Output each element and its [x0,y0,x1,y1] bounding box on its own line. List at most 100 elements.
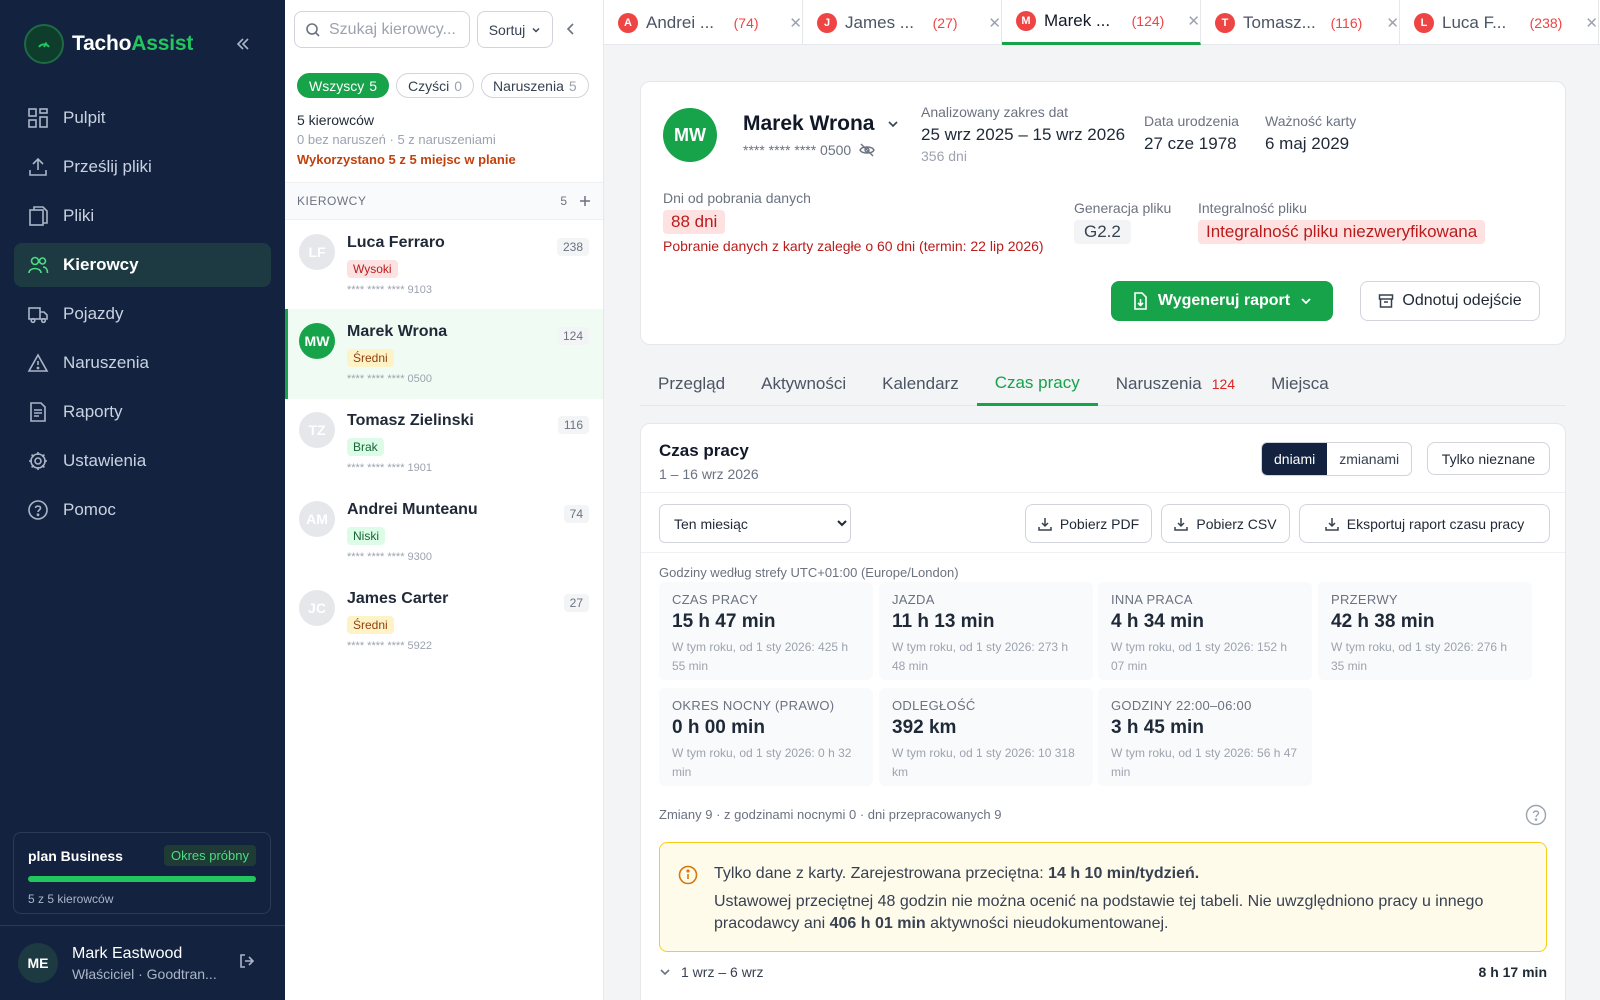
driver-tab[interactable]: A Andrei ... (74) ✕ [604,0,803,45]
tab-kalendarz[interactable]: Kalendarz [864,362,977,406]
filter-chip-0[interactable]: Wszyscy 5 [297,73,390,98]
driver-name: Luca Ferraro [347,234,445,251]
tab-czas-pracy[interactable]: Czas pracy [976,362,1098,406]
week-row[interactable]: 1 wrz – 6 wrz 8 h 17 min [659,964,1547,980]
nav-item-pliki[interactable]: Pliki [14,194,271,238]
notice-line-2: Ustawowej przeciętnej 48 godzin nie możn… [714,893,1484,932]
download-pdf-button[interactable]: Pobierz PDF [1025,504,1152,543]
download-icon [1038,517,1052,531]
file-generation-field: Generacja pliku G2.2 [1074,200,1171,244]
nav-item-label: Raporty [63,402,123,421]
driver-tab[interactable]: J James ... (27) ✕ [803,0,1002,45]
range-label: Analizowany zakres dat [921,104,1069,120]
download-days-label: Dni od pobrania danych [663,190,811,206]
stat-value: 15 h 47 min [672,611,776,632]
close-icon[interactable]: ✕ [789,14,802,32]
tab-label: Przegląd [658,374,726,393]
avatar: LF [299,234,335,270]
close-icon[interactable]: ✕ [988,14,1001,32]
eye-off-icon[interactable] [859,143,875,157]
sort-button[interactable]: Sortuj [477,11,553,48]
stat-year-total: W tym roku, od 1 sty 2026: 273 h 48 min [892,640,1069,673]
stat-label: GODZINY 22:00–06:00 [1111,698,1252,713]
period-select[interactable]: Ten miesiąc [659,504,851,543]
nav-item-label: Ustawienia [63,451,147,470]
driver-name: Marek Wrona [743,112,875,135]
analysis-range-field: Analizowany zakres dat 25 wrz 2025 – 15 … [921,104,1125,164]
collapse-sidebar-icon[interactable] [232,33,254,55]
driver-card-number: **** **** **** 9300 [347,551,433,563]
tab-driver-name: Marek ... [1044,11,1111,30]
nav-item-naruszenia[interactable]: Naruszenia [14,341,271,385]
divider [641,492,1565,493]
card-data-notice: Tylko dane z karty. Zarejestrowana przec… [659,842,1547,952]
close-icon[interactable]: ✕ [1585,14,1598,32]
stat-value: 3 h 45 min [1111,717,1204,738]
tab-przegląd[interactable]: Przegląd [640,362,743,406]
driver-name: Marek Wrona [347,323,448,340]
export-worktime-button[interactable]: Eksportuj raport czasu pracy [1299,504,1550,543]
driver-row[interactable]: LF Luca Ferraro Wysoki **** **** **** 9103 2… [285,220,603,310]
stat-value: 11 h 13 min [892,611,995,632]
nav-item-raporty[interactable]: Raporty [14,390,271,434]
app-name: TachoAssist [72,32,194,55]
users-icon [28,256,49,274]
driver-row[interactable]: TZ Tomasz Zielinski Brak **** **** **** 190… [285,398,603,488]
driver-row[interactable]: AM Andrei Munteanu Niski **** **** **** 930… [285,487,603,577]
download-icon [1174,517,1189,531]
plan-box[interactable]: plan Business Okres próbny 5 z 5 kierowc… [13,832,271,914]
collapse-list-icon[interactable] [563,18,579,40]
download-days-field: Dni od pobrania danych 88 dni Pobranie d… [663,190,1044,254]
generate-report-button[interactable]: Wygeneruj raport [1111,281,1333,321]
help-icon[interactable] [1525,804,1547,826]
avatar: M [1016,11,1036,31]
nav-item-pomoc[interactable]: Pomoc [14,488,271,532]
filter-chip-1[interactable]: Czyści 0 [396,73,475,98]
download-csv-button[interactable]: Pobierz CSV [1161,504,1290,543]
add-driver-icon[interactable] [579,195,591,207]
risk-badge: Średni [347,616,394,634]
avatar[interactable]: ME [18,943,58,983]
tab-naruszenia[interactable]: Naruszenia 124 [1098,362,1253,406]
tab-miejsca[interactable]: Miejsca [1253,362,1347,406]
tab-aktywności[interactable]: Aktywności [743,362,864,406]
nav-item-pulpit[interactable]: Pulpit [14,96,271,140]
card-validity-label: Ważność karty [1265,113,1357,129]
app-logo[interactable]: TachoAssist [24,24,193,64]
nav-item-label: Pomoc [63,500,116,519]
driver-row[interactable]: MW Marek Wrona Średni **** **** **** 0500 12… [285,309,603,399]
driver-tab[interactable]: M Marek ... (124) ✕ [1002,0,1201,45]
avatar: T [1215,12,1235,33]
toggle-by-days[interactable]: dniami [1262,443,1328,475]
nav-item-prześlij-pliki[interactable]: Prześlij pliki [14,145,271,189]
close-icon[interactable]: ✕ [1386,14,1399,32]
toggle-by-shifts[interactable]: zmianami [1327,443,1411,475]
tab-driver-name: Tomasz... [1243,12,1316,32]
dob-label: Data urodzenia [1144,113,1239,129]
unknown-only-button[interactable]: Tylko nieznane [1427,442,1550,475]
week-label: 1 wrz – 6 wrz [681,964,764,980]
tab-violation-count: (116) [1330,14,1363,31]
generate-report-label: Wygeneruj raport [1157,292,1291,309]
nav-item-kierowcy[interactable]: Kierowcy [14,243,271,287]
stat-year-total: W tym roku, od 1 sty 2026: 276 h 35 min [1331,640,1508,673]
driver-tab[interactable]: L Luca F... (238) ✕ [1400,0,1599,45]
record-departure-button[interactable]: Odnotuj odejście [1360,281,1540,321]
chevron-down-icon [887,121,898,128]
tab-label: Kalendarz [882,374,959,393]
driver-search-input[interactable] [329,20,469,39]
stat-value: 0 h 00 min [672,717,765,738]
driver-name-dropdown[interactable]: Marek Wrona [743,112,899,136]
filter-chip-2[interactable]: Naruszenia 5 [481,73,589,98]
close-icon[interactable]: ✕ [1187,12,1200,30]
stat-tile: GODZINY 22:00–06:00 3 h 45 min W tym roku,… [1098,688,1312,786]
driver-row[interactable]: JC James Carter Średni **** **** **** 5922 2… [285,576,603,666]
nav-item-ustawienia[interactable]: Ustawienia [14,439,271,483]
driver-card-number: **** **** **** 9103 [347,284,433,296]
notice-average: 14 h 10 min/tydzień. [1048,865,1200,882]
stat-value: 42 h 38 min [1331,611,1435,632]
nav-item-pojazdy[interactable]: Pojazdy [14,292,271,336]
driver-tab[interactable]: T Tomasz... (116) ✕ [1201,0,1400,45]
download-days-value: 88 dni [663,210,726,234]
logout-icon[interactable] [238,952,256,970]
